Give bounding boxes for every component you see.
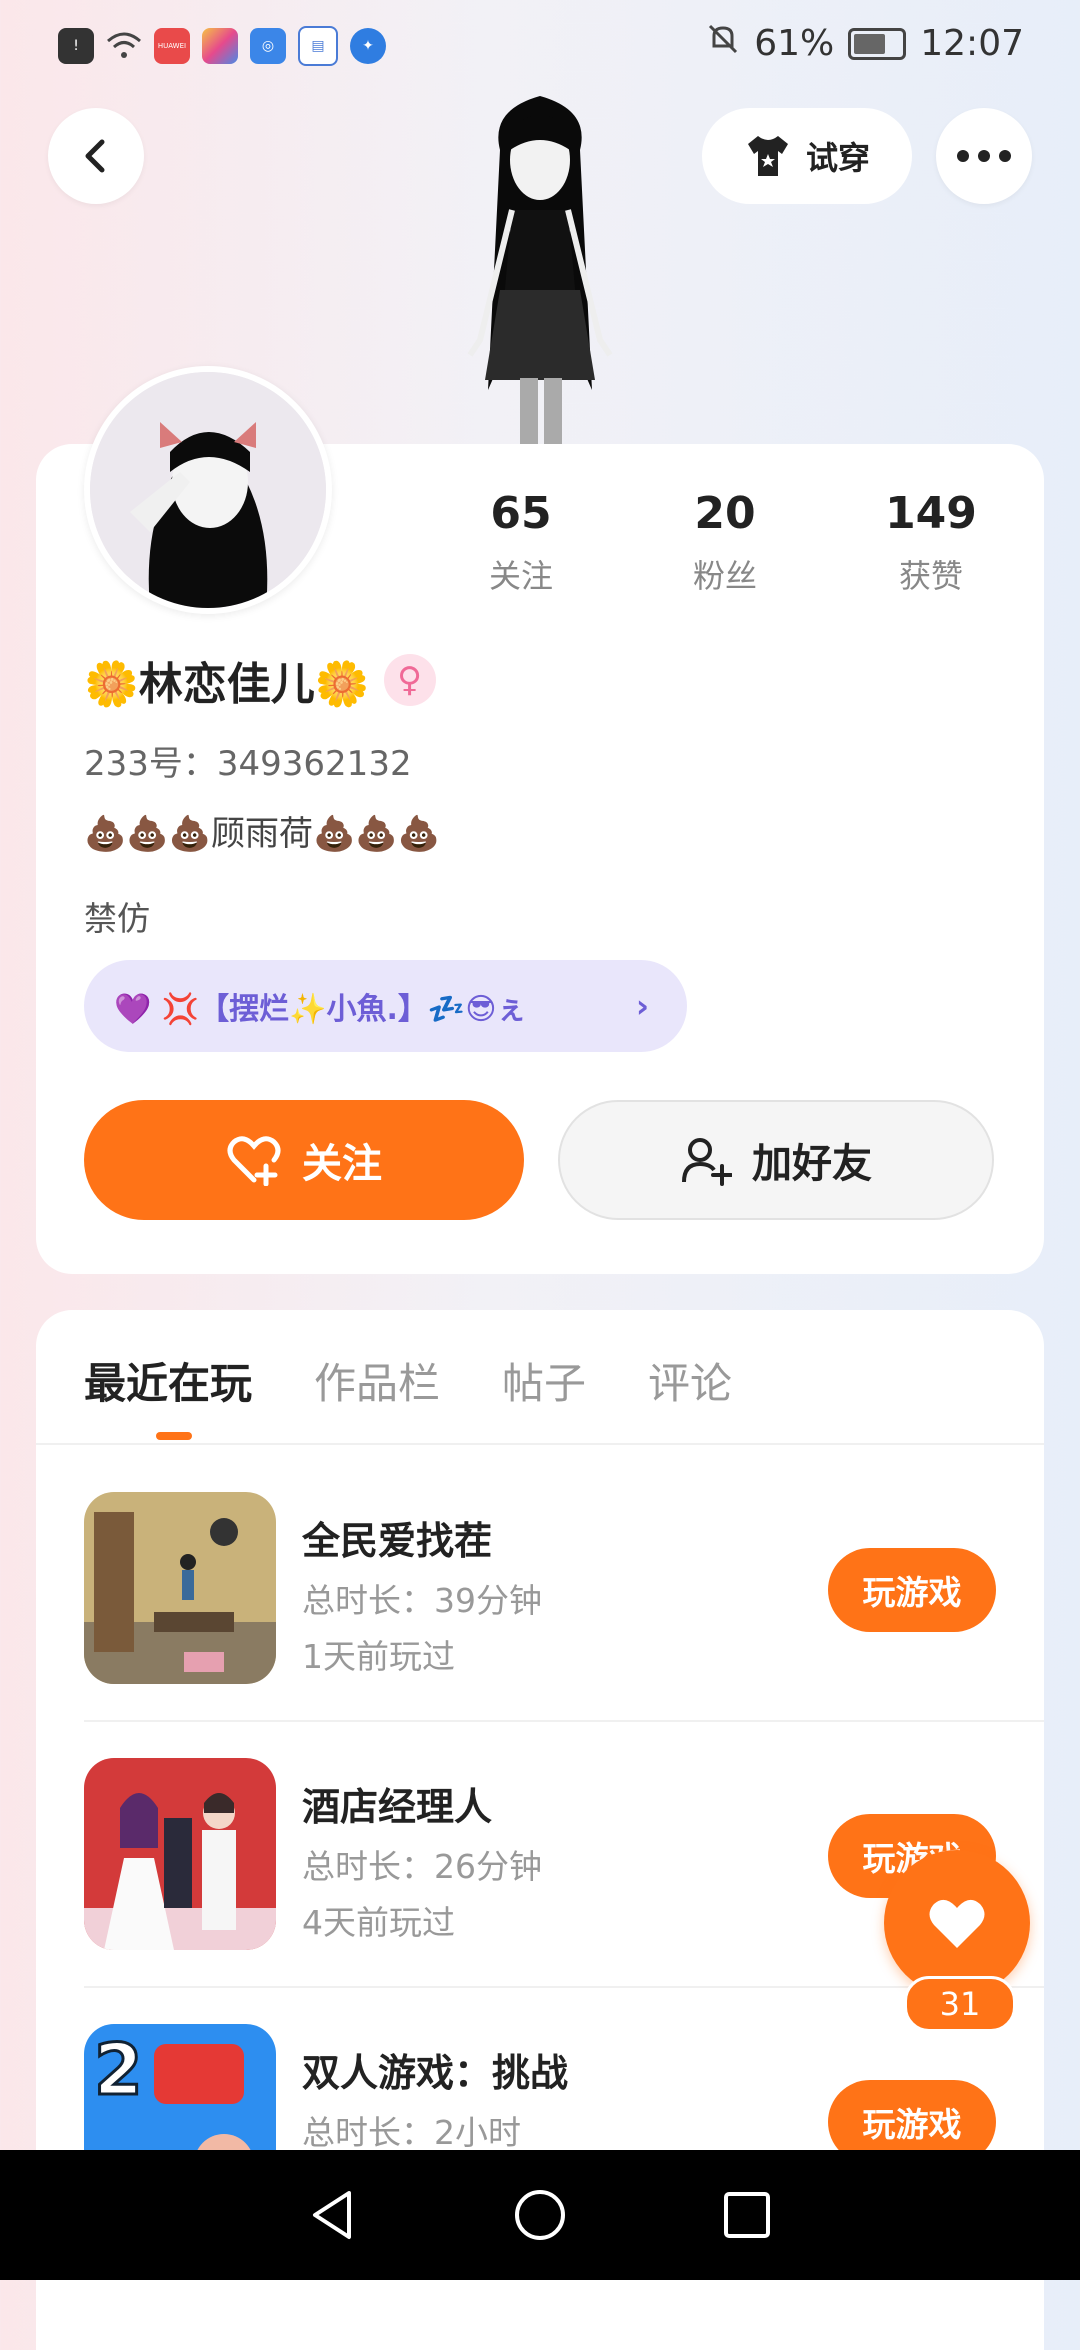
more-dots-icon (957, 150, 1011, 162)
stat-likes[interactable]: 149 获赞 (846, 488, 1016, 597)
tab-posts[interactable]: 帖子 (502, 1350, 586, 1411)
nav-home-icon[interactable] (512, 2187, 568, 2243)
browser-icon: ✦ (350, 28, 386, 64)
notification-icons: ! HUAWEI ◎ ▤ ✦ (58, 26, 386, 66)
chevron-right-icon: › (635, 987, 649, 1025)
add-friend-label: 加好友 (752, 1141, 872, 1187)
status-right: 61% 12:07 (706, 22, 1024, 65)
stat-label: 关注 (488, 557, 553, 595)
like-button[interactable] (884, 1850, 1030, 1996)
game-name: 酒店经理人 (302, 1785, 493, 1829)
more-button[interactable] (936, 108, 1032, 204)
tab-works[interactable]: 作品栏 (314, 1350, 440, 1411)
stat-value: 20 (694, 488, 756, 539)
alert-icon: ! (58, 28, 94, 64)
nickname-row: 🌼林恋佳儿🌼 ♀ (84, 648, 436, 712)
status-bar: ! HUAWEI ◎ ▤ ✦ 61% 12:07 (0, 0, 1080, 92)
divider (84, 1986, 1044, 1988)
game-thumbnail (84, 1492, 276, 1684)
back-button[interactable] (48, 108, 144, 204)
heart-plus-icon (227, 1136, 281, 1186)
bio-line-1: 💩💩💩顾雨荷💩💩💩 (84, 814, 441, 854)
game-name: 全民爱找茬 (302, 1519, 493, 1563)
system-nav-bar (0, 2150, 1080, 2280)
game-last-played: 1天前玩过 (302, 1637, 455, 1676)
play-game-button[interactable]: 玩游戏 (828, 1548, 996, 1632)
back-arrow-icon (85, 139, 105, 173)
stat-following[interactable]: 65 关注 (436, 488, 606, 597)
tab-comments[interactable]: 评论 (648, 1350, 732, 1411)
stat-label: 粉丝 (692, 557, 757, 595)
divider (36, 1443, 1044, 1445)
nav-recents-icon[interactable] (719, 2187, 775, 2243)
game-last-played: 4天前玩过 (302, 1903, 455, 1942)
club-badge[interactable]: 💜 💢【摆烂✨小魚.】💤😎ぇ › (84, 960, 687, 1052)
game-duration: 总时长：26分钟 (302, 1847, 542, 1886)
battery-icon (848, 27, 907, 60)
tshirt-icon (747, 136, 788, 176)
avatar-figure[interactable] (420, 90, 660, 445)
stat-value: 65 (490, 488, 552, 539)
clock: 12:07 (920, 23, 1024, 64)
female-icon: ♀ (383, 654, 436, 706)
heart-icon (929, 1899, 985, 1948)
nav-back-icon[interactable] (305, 2187, 361, 2243)
avatar[interactable] (84, 366, 332, 614)
stat-value: 149 (885, 488, 977, 539)
huawei-app-icon: HUAWEI (154, 28, 190, 64)
game-duration: 总时长：39分钟 (302, 1581, 542, 1620)
club-name: 💜 💢【摆烂✨小魚.】💤😎ぇ (114, 992, 527, 1027)
tab-indicator (156, 1432, 192, 1440)
game-name: 双人游戏：挑战 (302, 2051, 569, 2095)
game-thumbnail (84, 1758, 276, 1950)
nickname: 🌼林恋佳儿🌼 (84, 659, 370, 710)
stat-label: 获赞 (898, 557, 963, 595)
mute-icon (706, 22, 740, 65)
qq-icon: ◎ (250, 28, 286, 64)
profile-tabs: 最近在玩 作品栏 帖子 评论 (84, 1350, 732, 1411)
follow-label: 关注 (302, 1141, 382, 1187)
divider (84, 1720, 1044, 1722)
game-duration: 总时长：2小时 (302, 2113, 521, 2152)
add-user-icon (682, 1138, 732, 1186)
game-item[interactable]: 全民爱找茬 总时长：39分钟 1天前玩过 玩游戏 (84, 1492, 1044, 1688)
battery-percent: 61% (754, 23, 835, 64)
tab-recent[interactable]: 最近在玩 (84, 1350, 252, 1411)
calendar-icon: ▤ (298, 26, 338, 66)
try-on-button[interactable]: 试穿 (702, 108, 912, 204)
user-id[interactable]: 233号：349362132 (84, 736, 412, 785)
wifi-icon (106, 28, 142, 64)
bio-line-2: 禁仿 (84, 899, 150, 938)
stat-fans[interactable]: 20 粉丝 (640, 488, 810, 597)
add-friend-button[interactable]: 加好友 (558, 1100, 994, 1220)
like-count: 31 (904, 1976, 1016, 2032)
appstore-icon (202, 28, 238, 64)
follow-button[interactable]: 关注 (84, 1100, 524, 1220)
svg-text:2: 2 (94, 2029, 143, 2111)
try-on-label: 试穿 (805, 139, 870, 177)
